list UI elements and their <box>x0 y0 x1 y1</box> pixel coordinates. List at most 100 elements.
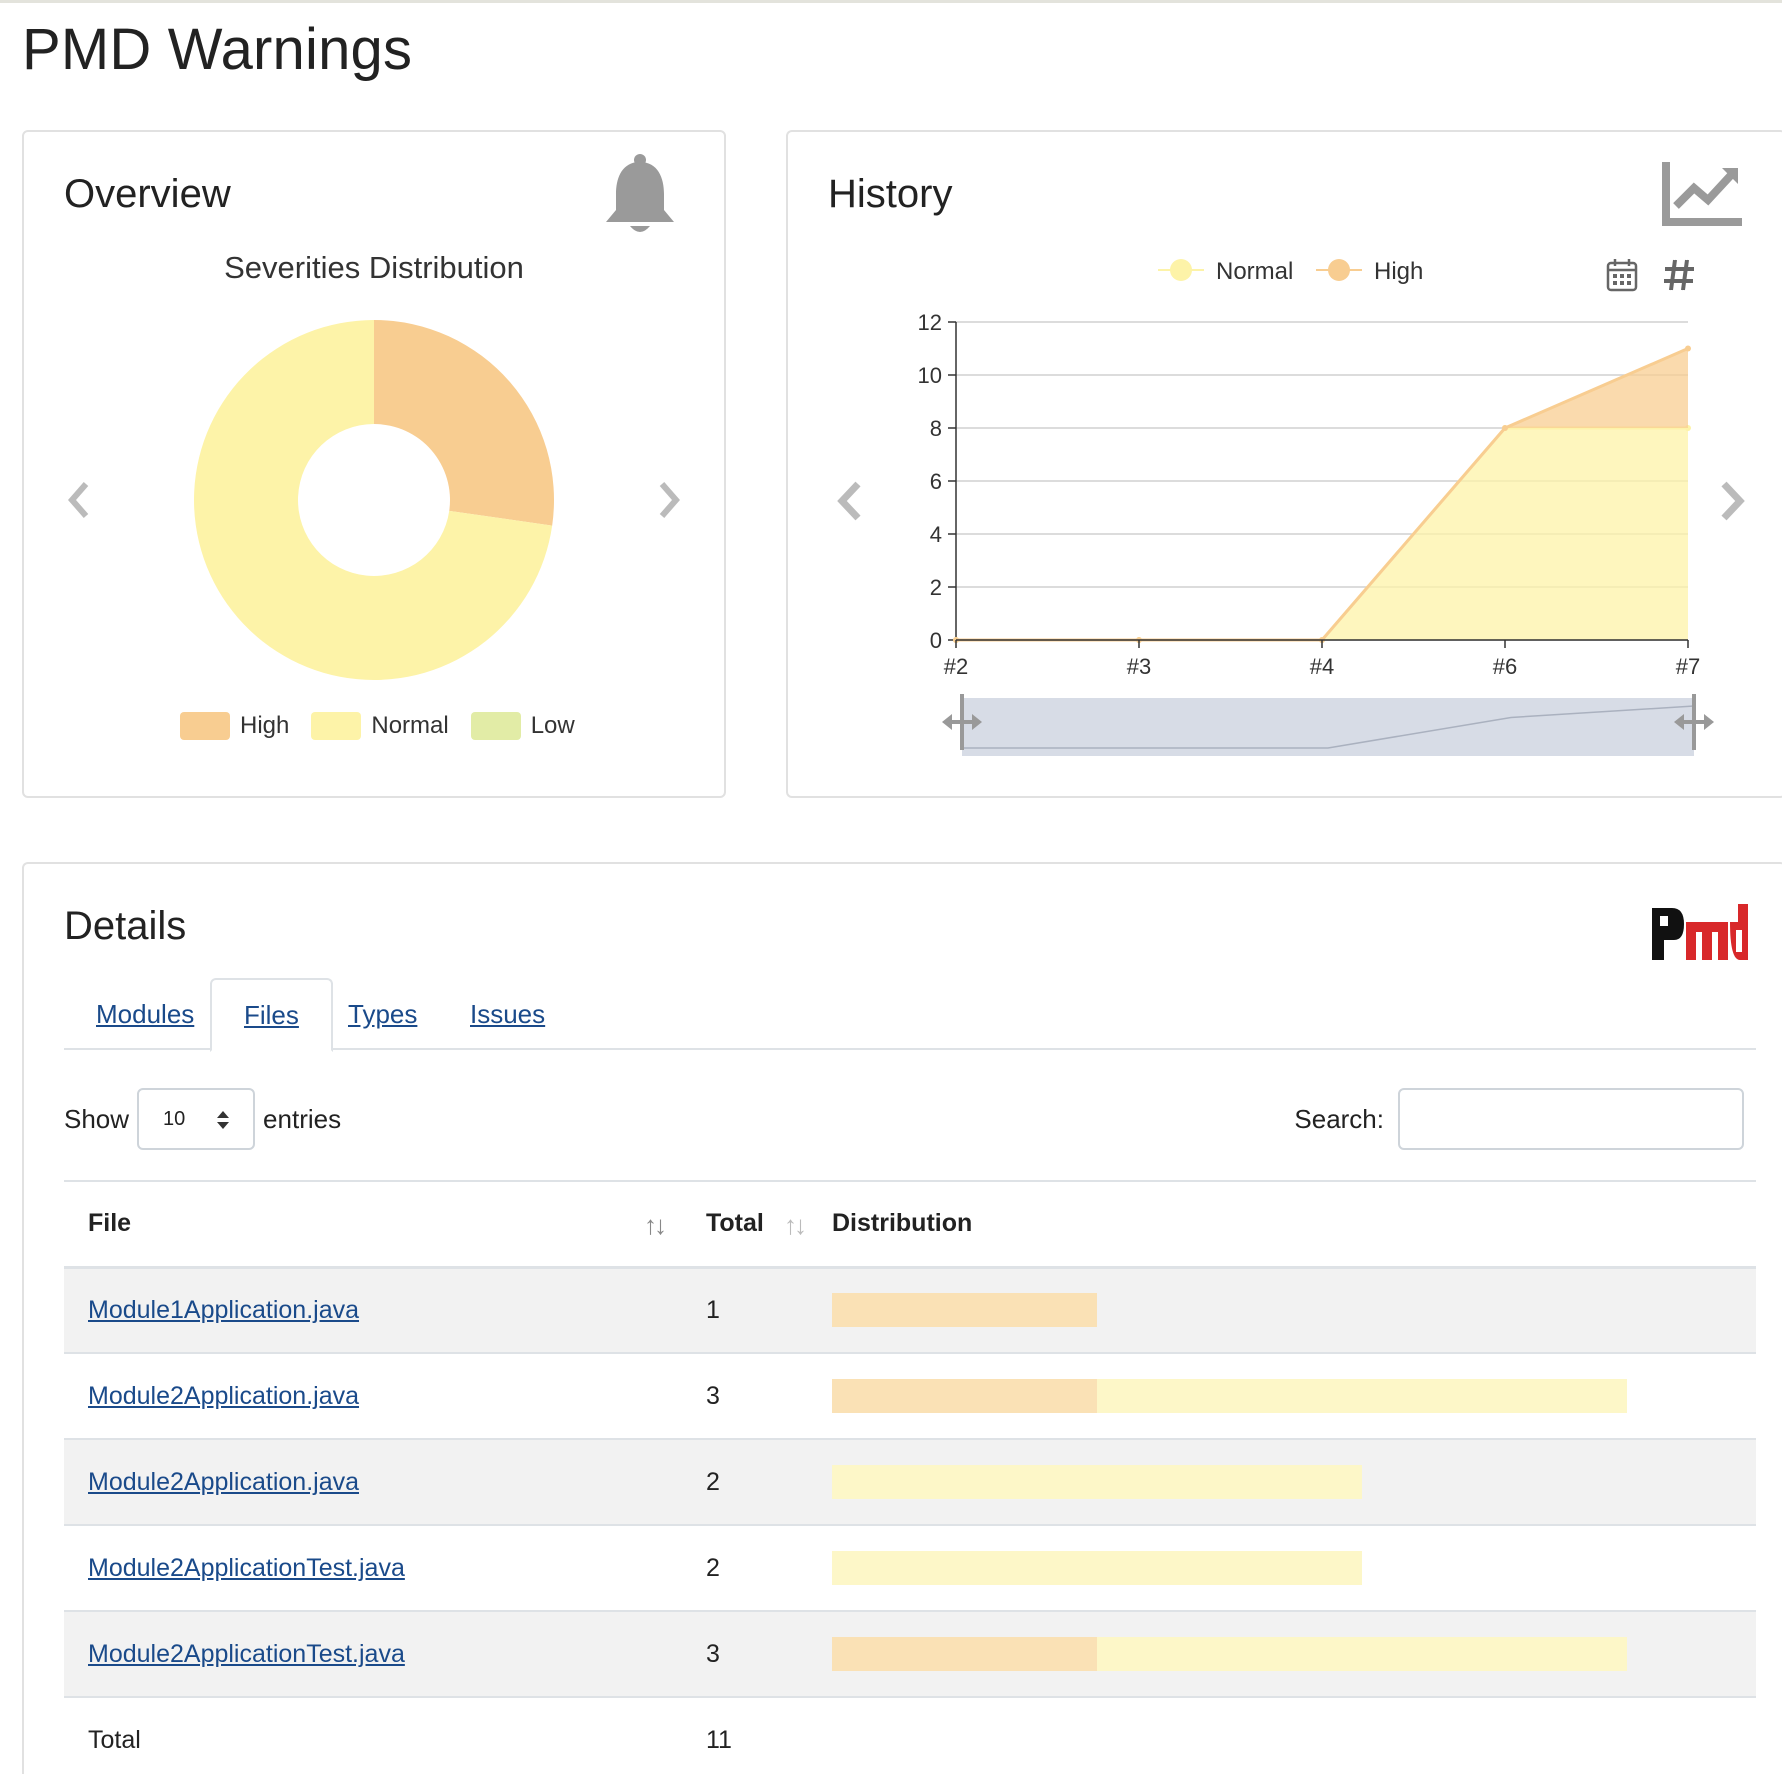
file-cell: Module2ApplicationTest.java <box>64 1525 682 1612</box>
zoom-slider[interactable] <box>942 694 1714 756</box>
distribution-segment-high[interactable] <box>832 1379 1097 1413</box>
table-row: Module2ApplicationTest.java 2 <box>64 1525 1756 1612</box>
distribution-cell <box>808 1611 1756 1698</box>
footer-total-label: Total <box>88 1726 141 1754</box>
tab-files[interactable]: Files <box>210 978 333 1052</box>
y-tick-label: 10 <box>918 363 942 388</box>
search-control: Search: <box>1294 1088 1744 1150</box>
file-link[interactable]: Module1Application.java <box>88 1296 359 1324</box>
files-table: File ↑↓ Total ↑↓ Distribution Module1App… <box>64 1180 1756 1774</box>
severities-donut-chart <box>193 320 554 680</box>
total-cell: 2 <box>682 1525 808 1612</box>
column-label-file: File <box>88 1209 132 1238</box>
total-cell: 1 <box>682 1267 808 1354</box>
distribution-bar <box>832 1379 1627 1413</box>
details-card: Details Modules Files Types Issues Show … <box>22 862 1782 1774</box>
history-legend: Normal High <box>1158 258 1423 285</box>
sort-icon[interactable]: ↑↓ <box>644 1210 667 1241</box>
tab-types[interactable]: Types <box>316 978 449 1050</box>
column-header-distribution: Distribution <box>808 1180 1756 1269</box>
footer-empty-cell <box>808 1697 1756 1774</box>
hash-icon[interactable] <box>1662 258 1696 297</box>
distribution-segment-high[interactable] <box>832 1637 1097 1671</box>
distribution-segment-normal[interactable] <box>832 1465 1362 1499</box>
severities-chart-title: Severities Distribution <box>224 250 524 285</box>
legend-marker <box>1328 259 1350 281</box>
y-tick-label: 8 <box>930 416 942 441</box>
history-legend-item-normal[interactable]: Normal <box>1158 258 1293 285</box>
file-cell: Module2Application.java <box>64 1353 682 1440</box>
distribution-bar <box>832 1465 1627 1499</box>
entries-label: entries <box>263 1103 342 1134</box>
page-size-value: 10 <box>163 1107 186 1130</box>
top-border <box>0 0 1782 3</box>
table-row: Module2ApplicationTest.java 3 <box>64 1611 1756 1698</box>
pmd-logo <box>1650 900 1750 971</box>
column-label-total: Total <box>706 1209 764 1238</box>
legend-item-high[interactable]: High <box>180 712 289 740</box>
total-cell: 3 <box>682 1611 808 1698</box>
table-row: Module2Application.java 2 <box>64 1439 1756 1526</box>
column-header-file[interactable]: File ↑↓ <box>64 1180 682 1269</box>
column-label-distribution: Distribution <box>832 1209 973 1238</box>
distribution-segment-normal[interactable] <box>1097 1379 1627 1413</box>
total-cell: 3 <box>682 1353 808 1440</box>
carousel-prev-icon[interactable] <box>66 480 92 525</box>
distribution-cell <box>808 1267 1756 1354</box>
y-tick-label: 4 <box>930 522 942 547</box>
search-label: Search: <box>1294 1103 1384 1134</box>
file-link[interactable]: Module2Application.java <box>88 1382 359 1410</box>
legend-label-normal: Normal <box>371 712 449 739</box>
legend-item-normal[interactable]: Normal <box>311 712 449 740</box>
tab-modules[interactable]: Modules <box>64 978 226 1050</box>
file-link[interactable]: Module2Application.java <box>88 1468 359 1496</box>
carousel-next-icon[interactable] <box>656 480 682 525</box>
distribution-segment-normal[interactable] <box>832 1551 1362 1585</box>
donut-slice-high[interactable] <box>374 320 554 526</box>
calendar-icon[interactable] <box>1606 258 1638 297</box>
x-tick-label: #3 <box>1127 654 1151 679</box>
y-tick-label: 0 <box>930 628 942 653</box>
history-prev-icon[interactable] <box>834 480 864 527</box>
page-size-select[interactable]: 10 <box>137 1088 256 1150</box>
x-tick-label: #4 <box>1310 654 1334 679</box>
file-cell: Module1Application.java <box>64 1267 682 1354</box>
legend-item-low[interactable]: Low <box>470 712 575 740</box>
table-row: Module2Application.java 3 <box>64 1353 1756 1440</box>
table-row: Module1Application.java 1 <box>64 1267 1756 1354</box>
data-point-high[interactable] <box>1685 345 1691 352</box>
sort-icon[interactable]: ↑↓ <box>784 1210 807 1241</box>
data-point-high[interactable] <box>1502 425 1508 431</box>
show-label: Show <box>64 1103 130 1134</box>
severities-legend: High Normal Low <box>180 712 597 740</box>
distribution-segment-normal[interactable] <box>1097 1637 1627 1671</box>
history-legend-item-high[interactable]: High <box>1316 258 1423 285</box>
legend-label: High <box>1374 258 1423 285</box>
legend-swatch-low <box>470 712 521 740</box>
distribution-cell <box>808 1525 1756 1612</box>
x-tick-label: #2 <box>944 654 968 679</box>
table-header-row: File ↑↓ Total ↑↓ Distribution <box>64 1180 1756 1269</box>
bell-icon <box>602 152 678 239</box>
total-cell: 2 <box>682 1439 808 1526</box>
legend-swatch-high <box>180 712 230 740</box>
file-link[interactable]: Module2ApplicationTest.java <box>88 1640 405 1668</box>
file-link[interactable]: Module2ApplicationTest.java <box>88 1554 405 1582</box>
x-tick-label: #6 <box>1493 654 1517 679</box>
y-tick-label: 6 <box>930 469 942 494</box>
table-footer-row: Total 11 <box>64 1697 1756 1774</box>
distribution-segment-high[interactable] <box>832 1293 1097 1328</box>
legend-marker <box>1170 259 1192 281</box>
tab-issues[interactable]: Issues <box>438 978 577 1050</box>
overview-card: Overview Severities Distribution High No… <box>22 130 726 798</box>
legend-label: Normal <box>1216 258 1293 285</box>
y-tick-label: 2 <box>930 575 942 600</box>
history-next-icon[interactable] <box>1718 480 1748 527</box>
column-header-total[interactable]: Total ↑↓ <box>682 1180 808 1269</box>
overview-title: Overview <box>64 172 231 216</box>
file-cell: Module2Application.java <box>64 1439 682 1526</box>
search-input[interactable] <box>1398 1088 1744 1150</box>
details-tabs: Modules Files Types Issues <box>64 978 1756 1052</box>
details-title: Details <box>64 904 187 948</box>
distribution-bar <box>832 1551 1627 1585</box>
